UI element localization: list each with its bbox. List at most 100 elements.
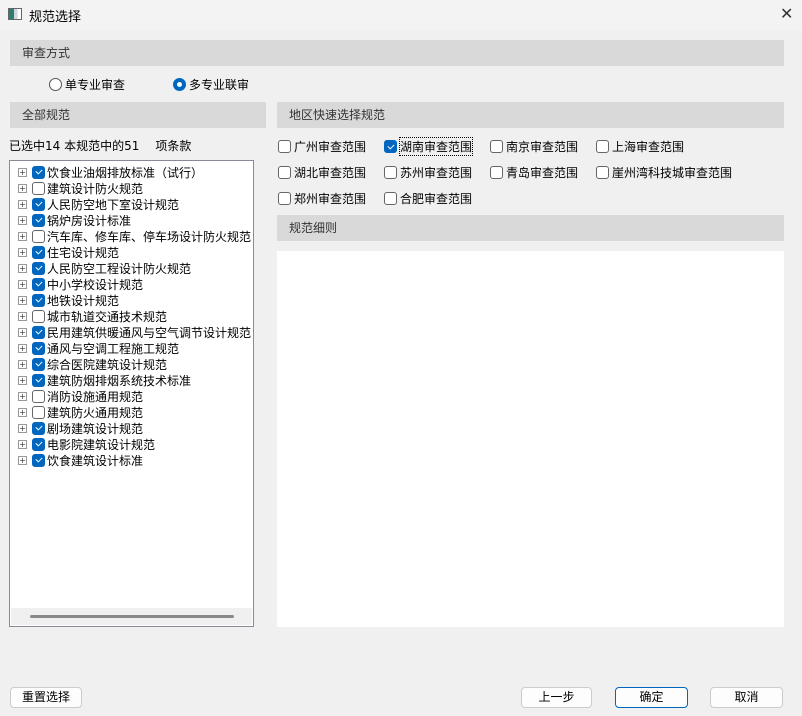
checkbox[interactable] <box>32 389 45 403</box>
tree-item-label: 综合医院建筑设计规范 <box>47 357 168 372</box>
tree-item[interactable]: + 电影院建筑设计规范 <box>18 436 155 452</box>
checkbox[interactable] <box>32 245 45 259</box>
expand-icon[interactable]: + <box>18 167 27 177</box>
tree-item[interactable]: + 民用建筑供暖通风与空气调节设计规范 <box>18 324 251 340</box>
checkbox[interactable] <box>32 405 45 419</box>
expand-icon[interactable]: + <box>18 183 27 193</box>
expand-icon[interactable]: + <box>18 199 27 209</box>
tree-item[interactable]: + 人民防空地下室设计规范 <box>18 196 179 212</box>
region-checkbox[interactable]: 南京审查范围 <box>490 138 578 155</box>
cancel-button[interactable]: 取消 <box>710 687 783 708</box>
checkbox[interactable] <box>596 140 609 153</box>
checkbox[interactable] <box>384 192 397 205</box>
expand-icon[interactable]: + <box>18 215 27 225</box>
expand-icon[interactable]: + <box>18 375 27 385</box>
checkbox[interactable] <box>32 309 45 323</box>
checkbox[interactable] <box>32 453 45 467</box>
window-title: 规范选择 <box>29 10 82 25</box>
tree-item[interactable]: + 住宅设计规范 <box>18 244 119 260</box>
ok-button[interactable]: 确定 <box>615 687 688 708</box>
checkbox[interactable] <box>32 181 45 195</box>
checkbox[interactable] <box>384 166 397 179</box>
checkbox[interactable] <box>32 261 45 275</box>
expand-icon[interactable]: + <box>18 327 27 337</box>
expand-icon[interactable]: + <box>18 423 27 433</box>
expand-icon[interactable]: + <box>18 311 27 321</box>
tree-item[interactable]: + 中小学校设计规范 <box>18 276 143 292</box>
tree-item-label: 饮食建筑设计标准 <box>47 453 144 468</box>
checkbox[interactable] <box>278 192 291 205</box>
prev-button[interactable]: 上一步 <box>521 687 592 708</box>
expand-icon[interactable]: + <box>18 247 27 257</box>
expand-icon[interactable]: + <box>18 407 27 417</box>
region-checkbox[interactable]: 广州审查范围 <box>278 138 366 155</box>
tree-item-label: 消防设施通用规范 <box>47 389 144 404</box>
radio-multi[interactable]: 多专业联审 <box>173 76 249 93</box>
tree-item-label: 建筑防烟排烟系统技术标准 <box>47 373 192 388</box>
tree-item-label: 饮食业油烟排放标准（试行） <box>47 165 204 180</box>
expand-icon[interactable]: + <box>18 439 27 449</box>
checkbox[interactable] <box>32 437 45 451</box>
region-checkbox[interactable]: 苏州审查范围 <box>384 164 472 181</box>
checkbox[interactable] <box>32 293 45 307</box>
tree-item[interactable]: + 汽车库、修车库、停车场设计防火规范 <box>18 228 251 244</box>
tree-item[interactable]: + 锅炉房设计标准 <box>18 212 131 228</box>
tree-item[interactable]: + 消防设施通用规范 <box>18 388 143 404</box>
checkbox[interactable] <box>384 140 397 153</box>
checkbox[interactable] <box>32 357 45 371</box>
selection-summary: 已选中14 本规范中的51 项条款 <box>9 137 191 154</box>
region-checkbox[interactable]: 青岛审查范围 <box>490 164 578 181</box>
checkbox[interactable] <box>32 165 45 179</box>
tree-item[interactable]: + 剧场建筑设计规范 <box>18 420 143 436</box>
checkbox[interactable] <box>32 373 45 387</box>
expand-icon[interactable]: + <box>18 263 27 273</box>
tree-item[interactable]: + 建筑防烟排烟系统技术标准 <box>18 372 191 388</box>
tree-item[interactable]: + 建筑防火通用规范 <box>18 404 143 420</box>
spec-tree[interactable]: + 饮食业油烟排放标准（试行） + 建筑设计防火规范 + 人民防空地下室设计规范 + 锅炉房设… <box>9 160 254 627</box>
details-header: 规范细则 <box>277 215 784 241</box>
expand-icon[interactable]: + <box>18 391 27 401</box>
region-checkbox[interactable]: 上海审查范围 <box>596 138 684 155</box>
checkbox[interactable] <box>32 325 45 339</box>
checkbox[interactable] <box>32 277 45 291</box>
expand-icon[interactable]: + <box>18 231 27 241</box>
region-checkbox[interactable]: 郑州审查范围 <box>278 190 366 207</box>
close-icon[interactable]: ✕ <box>780 4 793 23</box>
checkbox[interactable] <box>32 197 45 211</box>
checkbox[interactable] <box>32 421 45 435</box>
checkbox[interactable] <box>32 341 45 355</box>
region-checkbox[interactable]: 合肥审查范围 <box>384 190 472 207</box>
tree-item-label: 汽车库、修车库、停车场设计防火规范 <box>47 229 252 244</box>
tree-item[interactable]: + 通风与空调工程施工规范 <box>18 340 179 356</box>
tree-item[interactable]: + 饮食建筑设计标准 <box>18 452 143 468</box>
tree-item[interactable]: + 地铁设计规范 <box>18 292 119 308</box>
horizontal-scrollbar[interactable] <box>11 608 252 625</box>
checkbox[interactable] <box>596 166 609 179</box>
region-label: 南京审查范围 <box>506 140 579 154</box>
expand-icon[interactable]: + <box>18 343 27 353</box>
checkbox[interactable] <box>490 166 503 179</box>
expand-icon[interactable]: + <box>18 295 27 305</box>
expand-icon[interactable]: + <box>18 455 27 465</box>
radio-single[interactable]: 单专业审查 <box>49 76 125 93</box>
region-checkbox[interactable]: 崖州湾科技城审查范围 <box>596 164 732 181</box>
checkbox[interactable] <box>278 140 291 153</box>
tree-item[interactable]: + 饮食业油烟排放标准（试行） <box>18 164 203 180</box>
checkbox[interactable] <box>278 166 291 179</box>
region-checkbox[interactable]: 湖南审查范围 <box>384 137 474 156</box>
expand-icon[interactable]: + <box>18 279 27 289</box>
region-checkbox[interactable]: 湖北审查范围 <box>278 164 366 181</box>
tree-item[interactable]: + 人民防空工程设计防火规范 <box>18 260 191 276</box>
region-label: 青岛审查范围 <box>506 166 579 180</box>
tree-item-label: 建筑防火通用规范 <box>47 405 144 420</box>
tree-item[interactable]: + 综合医院建筑设计规范 <box>18 356 167 372</box>
expand-icon[interactable]: + <box>18 359 27 369</box>
region-label: 崖州湾科技城审查范围 <box>612 166 733 180</box>
tree-item[interactable]: + 城市轨道交通技术规范 <box>18 308 167 324</box>
checkbox[interactable] <box>32 213 45 227</box>
checkbox[interactable] <box>490 140 503 153</box>
checkbox[interactable] <box>32 229 45 243</box>
scrollbar-thumb[interactable] <box>30 615 234 618</box>
tree-item[interactable]: + 建筑设计防火规范 <box>18 180 143 196</box>
reset-button[interactable]: 重置选择 <box>10 687 82 708</box>
